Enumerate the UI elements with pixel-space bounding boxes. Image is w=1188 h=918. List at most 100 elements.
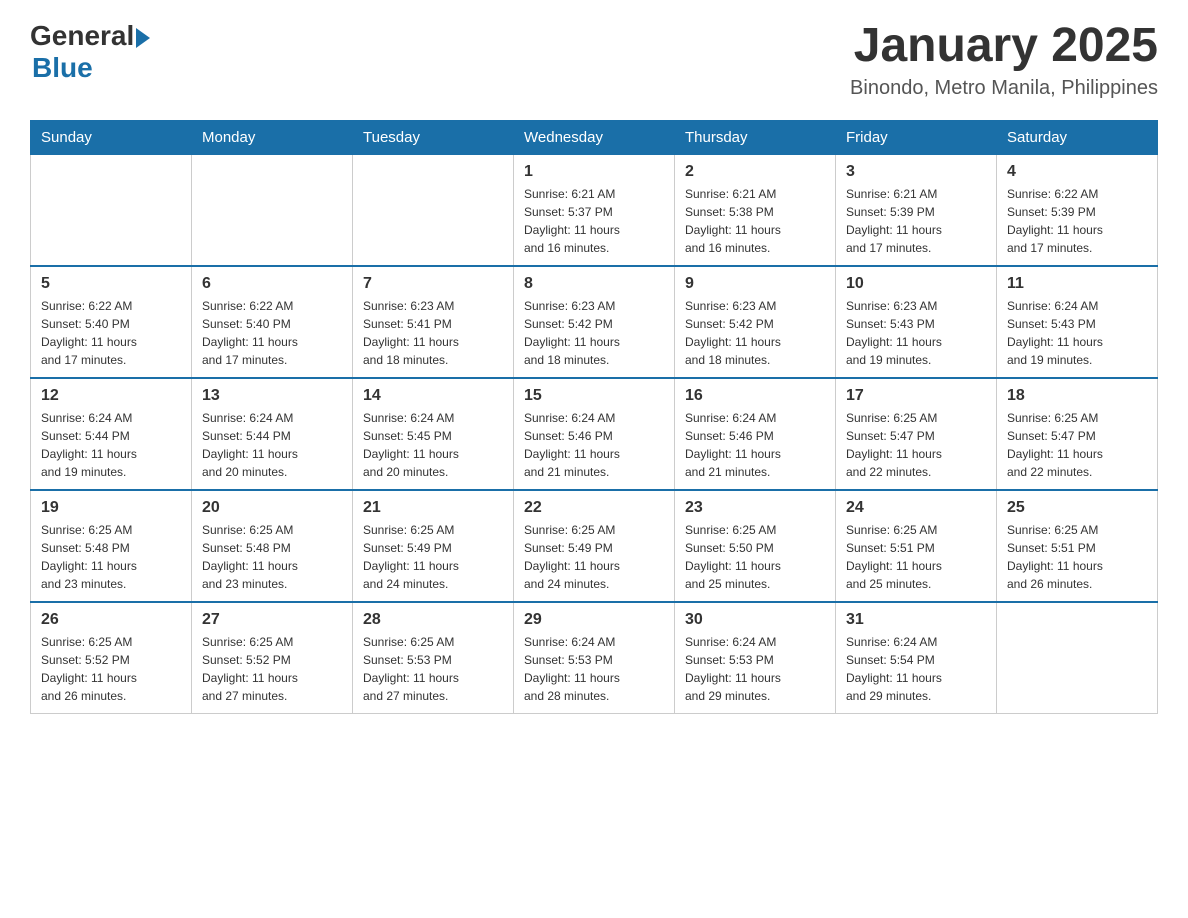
logo-blue-text: Blue [32, 52, 150, 84]
calendar-cell: 10Sunrise: 6:23 AM Sunset: 5:43 PM Dayli… [836, 266, 997, 378]
calendar-cell: 11 Sunrise: 6:24 AM Sunset: 5:43 PM Dayli… [997, 266, 1158, 378]
calendar-cell: 6Sunrise: 6:22 AM Sunset: 5:40 PM Daylig… [192, 266, 353, 378]
calendar-cell: 23Sunrise: 6:25 AM Sunset: 5:50 PM Dayli… [675, 490, 836, 602]
day-info: Sunrise: 6:24 AM Sunset: 5:54 PM Dayligh… [846, 633, 986, 705]
day-info: Sunrise: 6:24 AM Sunset: 5:46 PM Dayligh… [524, 409, 664, 481]
day-info: Sunrise: 6:25 AM Sunset: 5:48 PM Dayligh… [41, 521, 181, 593]
calendar-cell: 4 Sunrise: 6:22 AM Sunset: 5:39 PM Daylig… [997, 154, 1158, 266]
calendar-cell: 8 Sunrise: 6:23 AM Sunset: 5:42 PM Daylig… [514, 266, 675, 378]
day-info: Sunrise: 6:23 AM Sunset: 5:43 PM Dayligh… [846, 297, 986, 369]
day-number: 7 [363, 275, 503, 293]
calendar-cell: 14Sunrise: 6:24 AM Sunset: 5:45 PM Dayli… [353, 378, 514, 490]
day-number: 17 [846, 387, 986, 405]
day-info: Sunrise: 6:25 AM Sunset: 5:47 PM Dayligh… [1007, 409, 1147, 481]
calendar-table: SundayMondayTuesdayWednesdayThursdayFrid… [30, 120, 1158, 714]
day-number: 5 [41, 275, 181, 293]
day-number: 2 [685, 163, 825, 181]
day-info: Sunrise: 6:23 AM Sunset: 5:42 PM Dayligh… [685, 297, 825, 369]
day-info: Sunrise: 6:25 AM Sunset: 5:48 PM Dayligh… [202, 521, 342, 593]
day-info: Sunrise: 6:24 AM Sunset: 5:43 PM Dayligh… [1007, 297, 1147, 369]
day-number: 25 [1007, 499, 1147, 517]
calendar-cell: 22 Sunrise: 6:25 AM Sunset: 5:49 PM Dayli… [514, 490, 675, 602]
day-info: Sunrise: 6:25 AM Sunset: 5:50 PM Dayligh… [685, 521, 825, 593]
day-number: 21 [363, 499, 503, 517]
day-number: 1 [524, 163, 664, 181]
day-info: Sunrise: 6:24 AM Sunset: 5:44 PM Dayligh… [202, 409, 342, 481]
day-info: Sunrise: 6:21 AM Sunset: 5:38 PM Dayligh… [685, 185, 825, 257]
calendar-cell: 31 Sunrise: 6:24 AM Sunset: 5:54 PM Dayli… [836, 602, 997, 714]
day-info: Sunrise: 6:25 AM Sunset: 5:52 PM Dayligh… [41, 633, 181, 705]
day-number: 11 [1007, 275, 1147, 293]
calendar-cell: 1Sunrise: 6:21 AM Sunset: 5:37 PM Daylig… [514, 154, 675, 266]
calendar-cell: 27Sunrise: 6:25 AM Sunset: 5:52 PM Dayli… [192, 602, 353, 714]
week-row-4: 19Sunrise: 6:25 AM Sunset: 5:48 PM Dayli… [31, 490, 1158, 602]
calendar-cell: 18 Sunrise: 6:25 AM Sunset: 5:47 PM Dayli… [997, 378, 1158, 490]
day-info: Sunrise: 6:25 AM Sunset: 5:47 PM Dayligh… [846, 409, 986, 481]
page-header: General Blue January 2025 Binondo, Metro… [30, 20, 1158, 100]
calendar-cell: 12 Sunrise: 6:24 AM Sunset: 5:44 PM Dayli… [31, 378, 192, 490]
calendar-cell: 25 Sunrise: 6:25 AM Sunset: 5:51 PM Dayli… [997, 490, 1158, 602]
day-info: Sunrise: 6:25 AM Sunset: 5:51 PM Dayligh… [1007, 521, 1147, 593]
calendar-cell: 3Sunrise: 6:21 AM Sunset: 5:39 PM Daylig… [836, 154, 997, 266]
day-info: Sunrise: 6:23 AM Sunset: 5:41 PM Dayligh… [363, 297, 503, 369]
week-row-3: 12 Sunrise: 6:24 AM Sunset: 5:44 PM Dayli… [31, 378, 1158, 490]
day-number: 26 [41, 611, 181, 629]
calendar-cell [31, 154, 192, 266]
weekday-header-monday: Monday [192, 120, 353, 154]
calendar-cell [192, 154, 353, 266]
day-info: Sunrise: 6:24 AM Sunset: 5:53 PM Dayligh… [524, 633, 664, 705]
day-number: 31 [846, 611, 986, 629]
weekday-header-saturday: Saturday [997, 120, 1158, 154]
title-section: January 2025 Binondo, Metro Manila, Phil… [850, 20, 1158, 100]
day-number: 15 [524, 387, 664, 405]
day-info: Sunrise: 6:25 AM Sunset: 5:52 PM Dayligh… [202, 633, 342, 705]
calendar-cell: 5 Sunrise: 6:22 AM Sunset: 5:40 PM Daylig… [31, 266, 192, 378]
location-subtitle: Binondo, Metro Manila, Philippines [850, 77, 1158, 100]
day-info: Sunrise: 6:22 AM Sunset: 5:40 PM Dayligh… [41, 297, 181, 369]
day-info: Sunrise: 6:24 AM Sunset: 5:45 PM Dayligh… [363, 409, 503, 481]
calendar-cell: 15 Sunrise: 6:24 AM Sunset: 5:46 PM Dayli… [514, 378, 675, 490]
day-number: 8 [524, 275, 664, 293]
day-number: 22 [524, 499, 664, 517]
day-info: Sunrise: 6:25 AM Sunset: 5:51 PM Dayligh… [846, 521, 986, 593]
day-number: 3 [846, 163, 986, 181]
weekday-header-friday: Friday [836, 120, 997, 154]
day-number: 28 [363, 611, 503, 629]
day-number: 29 [524, 611, 664, 629]
day-number: 12 [41, 387, 181, 405]
calendar-cell: 30 Sunrise: 6:24 AM Sunset: 5:53 PM Dayli… [675, 602, 836, 714]
weekday-header-wednesday: Wednesday [514, 120, 675, 154]
day-number: 18 [1007, 387, 1147, 405]
day-info: Sunrise: 6:24 AM Sunset: 5:53 PM Dayligh… [685, 633, 825, 705]
calendar-cell: 29 Sunrise: 6:24 AM Sunset: 5:53 PM Dayli… [514, 602, 675, 714]
calendar-cell: 19Sunrise: 6:25 AM Sunset: 5:48 PM Dayli… [31, 490, 192, 602]
weekday-header-sunday: Sunday [31, 120, 192, 154]
day-info: Sunrise: 6:24 AM Sunset: 5:44 PM Dayligh… [41, 409, 181, 481]
day-info: Sunrise: 6:22 AM Sunset: 5:39 PM Dayligh… [1007, 185, 1147, 257]
calendar-cell [353, 154, 514, 266]
calendar-cell: 7 Sunrise: 6:23 AM Sunset: 5:41 PM Daylig… [353, 266, 514, 378]
day-info: Sunrise: 6:23 AM Sunset: 5:42 PM Dayligh… [524, 297, 664, 369]
week-row-5: 26 Sunrise: 6:25 AM Sunset: 5:52 PM Dayli… [31, 602, 1158, 714]
weekday-header-thursday: Thursday [675, 120, 836, 154]
calendar-cell: 16Sunrise: 6:24 AM Sunset: 5:46 PM Dayli… [675, 378, 836, 490]
weekday-header-tuesday: Tuesday [353, 120, 514, 154]
day-number: 9 [685, 275, 825, 293]
day-info: Sunrise: 6:25 AM Sunset: 5:49 PM Dayligh… [524, 521, 664, 593]
week-row-1: 1Sunrise: 6:21 AM Sunset: 5:37 PM Daylig… [31, 154, 1158, 266]
calendar-cell: 17 Sunrise: 6:25 AM Sunset: 5:47 PM Dayli… [836, 378, 997, 490]
day-number: 4 [1007, 163, 1147, 181]
day-number: 30 [685, 611, 825, 629]
logo-arrow-icon [136, 28, 150, 48]
month-title: January 2025 [850, 20, 1158, 73]
week-row-2: 5 Sunrise: 6:22 AM Sunset: 5:40 PM Daylig… [31, 266, 1158, 378]
day-info: Sunrise: 6:25 AM Sunset: 5:53 PM Dayligh… [363, 633, 503, 705]
day-number: 24 [846, 499, 986, 517]
day-number: 16 [685, 387, 825, 405]
calendar-cell: 20Sunrise: 6:25 AM Sunset: 5:48 PM Dayli… [192, 490, 353, 602]
day-info: Sunrise: 6:22 AM Sunset: 5:40 PM Dayligh… [202, 297, 342, 369]
calendar-cell: 13Sunrise: 6:24 AM Sunset: 5:44 PM Dayli… [192, 378, 353, 490]
logo: General Blue [30, 20, 150, 84]
calendar-cell: 26 Sunrise: 6:25 AM Sunset: 5:52 PM Dayli… [31, 602, 192, 714]
logo-general-text: General [30, 20, 134, 52]
